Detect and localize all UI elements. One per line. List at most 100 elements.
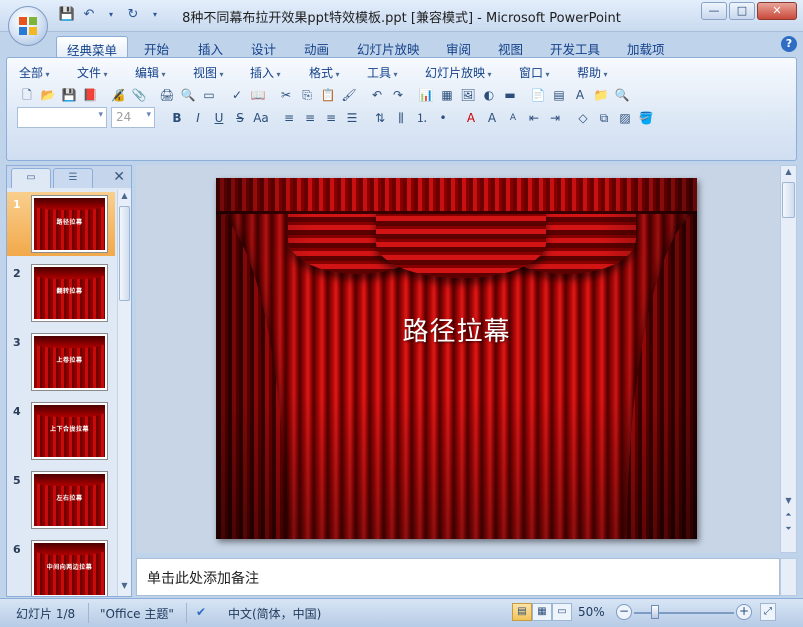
shapes-icon[interactable]: ◇ (573, 108, 593, 128)
columns-icon[interactable]: ⫼ (391, 108, 411, 128)
font-name-box[interactable] (17, 107, 107, 128)
strikethrough-icon[interactable]: S (230, 108, 250, 128)
scroll-down-icon[interactable]: ▼ (118, 581, 131, 595)
menu-help[interactable]: 帮助 (577, 64, 608, 81)
open-icon[interactable]: 📂 (38, 85, 58, 105)
slide-thumbnail-3[interactable]: 3 上卷拉幕 (7, 330, 115, 394)
change-case-icon[interactable]: Aa (251, 108, 271, 128)
textbox-icon[interactable]: A (570, 85, 590, 105)
shape-fill-icon[interactable]: 🪣 (636, 108, 656, 128)
menu-format[interactable]: 格式 (309, 64, 340, 81)
slide-thumbnail-2[interactable]: 2 翻转拉幕 (7, 261, 115, 325)
tab-developer[interactable]: 开发工具 (540, 36, 610, 58)
table-icon[interactable]: ▦ (437, 85, 457, 105)
quick-styles-icon[interactable]: ▨ (615, 108, 635, 128)
close-button[interactable]: ✕ (757, 2, 797, 20)
tab-review[interactable]: 审阅 (436, 36, 481, 58)
slide-thumbnail-5[interactable]: 5 左右拉幕 (7, 468, 115, 532)
fit-to-window-button[interactable]: ⤢ (760, 603, 776, 621)
folder-icon[interactable]: 📁 (591, 85, 611, 105)
next-slide-icon[interactable]: ⏷ (781, 524, 796, 538)
copy-icon[interactable]: ⎘ (297, 85, 317, 105)
menu-insert[interactable]: 插入 (250, 64, 281, 81)
zoom-slider-handle[interactable] (651, 605, 659, 619)
slides-scrollbar[interactable]: ▲ ▼ (117, 190, 131, 596)
decrease-indent-icon[interactable]: ⇤ (524, 108, 544, 128)
notes-scrollbar[interactable] (780, 558, 797, 596)
align-right-icon[interactable]: ≡ (321, 108, 341, 128)
zoom-search-icon[interactable]: 🔍 (612, 85, 632, 105)
print-preview-icon[interactable]: 🔍 (178, 85, 198, 105)
tab-animation[interactable]: 动画 (294, 36, 339, 58)
print-icon[interactable]: 🖨 (157, 85, 177, 105)
format-painter-icon[interactable]: 🖌 (339, 85, 359, 105)
slide-thumbnail-6[interactable]: 6 中间向两边拉幕 (7, 537, 115, 596)
menu-tools[interactable]: 工具 (367, 64, 398, 81)
attach-icon[interactable]: 📎 (129, 85, 149, 105)
spelling-icon[interactable]: ✓ (227, 85, 247, 105)
undo-icon[interactable]: ↶ (367, 85, 387, 105)
paste-icon[interactable]: 📋 (318, 85, 338, 105)
cut-icon[interactable]: ✂ (276, 85, 296, 105)
slideshow-view-button[interactable]: ▭ (552, 603, 572, 621)
permission-icon[interactable]: 🔏 (108, 85, 128, 105)
tab-home[interactable]: 开始 (134, 36, 179, 58)
slide-thumbnail-1[interactable]: 1 路径拉幕 (7, 192, 115, 256)
save-icon[interactable]: 💾 (59, 85, 79, 105)
language[interactable]: 中文(简体，中国) (228, 605, 321, 622)
picture-icon[interactable]: 🖼 (458, 85, 478, 105)
menu-window[interactable]: 窗口 (519, 64, 550, 81)
grow-font-icon[interactable]: A (482, 108, 502, 128)
text-direction-icon[interactable]: ⇅ (370, 108, 390, 128)
menu-all[interactable]: 全部 (19, 64, 50, 81)
tab-classic-menu[interactable]: 经典菜单 (56, 36, 129, 58)
new-slide-icon[interactable]: 📄 (528, 85, 548, 105)
italic-icon[interactable]: I (188, 108, 208, 128)
slide-title[interactable]: 路径拉幕 (216, 311, 697, 348)
scroll-up-icon[interactable]: ▲ (118, 191, 131, 205)
tab-view[interactable]: 视图 (488, 36, 533, 58)
numbering-icon[interactable]: ⒈ (412, 108, 432, 128)
new-icon[interactable]: 🗋 (17, 85, 37, 105)
zoom-in-button[interactable]: + (736, 604, 752, 620)
zoom-out-button[interactable]: − (616, 604, 632, 620)
menu-slideshow[interactable]: 幻灯片放映 (425, 64, 492, 81)
close-pane-icon[interactable]: ✕ (113, 169, 125, 185)
menu-edit[interactable]: 编辑 (135, 64, 166, 81)
shrink-font-icon[interactable]: A (503, 108, 523, 128)
tab-design[interactable]: 设计 (241, 36, 286, 58)
align-left-icon[interactable]: ≡ (279, 108, 299, 128)
scroll-down-icon[interactable]: ▼ (781, 496, 796, 510)
slide-thumbnail-4[interactable]: 4 上下合拢拉幕 (7, 399, 115, 463)
underline-icon[interactable]: U (209, 108, 229, 128)
layout-icon[interactable]: ▭ (199, 85, 219, 105)
slide-sorter-button[interactable]: ▦ (532, 603, 552, 621)
research-icon[interactable]: 📖 (248, 85, 268, 105)
minimize-button[interactable]: — (701, 2, 727, 20)
slides-tab[interactable]: ▭ (11, 168, 51, 188)
font-size-box[interactable]: 24 (111, 107, 155, 128)
scroll-thumb[interactable] (119, 206, 130, 301)
slide-layout-icon[interactable]: ▤ (549, 85, 569, 105)
increase-indent-icon[interactable]: ⇥ (545, 108, 565, 128)
align-center-icon[interactable]: ≡ (300, 108, 320, 128)
outline-tab[interactable]: ☰ (53, 168, 93, 188)
color-grayscale-icon[interactable]: ◐ (479, 85, 499, 105)
slide-scrollbar[interactable]: ▲ ▼ ⏶ ⏷ (780, 165, 797, 553)
justify-icon[interactable]: ☰ (342, 108, 362, 128)
pdf-icon[interactable]: 📕 (80, 85, 100, 105)
maximize-button[interactable]: □ (729, 2, 755, 20)
scroll-up-icon[interactable]: ▲ (781, 167, 796, 181)
bold-icon[interactable]: B (167, 108, 187, 128)
normal-view-button[interactable]: ▤ (512, 603, 532, 621)
office-button[interactable] (8, 6, 48, 46)
scroll-thumb[interactable] (782, 182, 795, 218)
notes-pane[interactable]: 单击此处添加备注 (136, 558, 780, 596)
previous-slide-icon[interactable]: ⏶ (781, 510, 796, 524)
theme-name[interactable]: "Office 主题" (100, 605, 174, 622)
zoom-slider-track[interactable] (634, 612, 734, 614)
menu-file[interactable]: 文件 (77, 64, 108, 81)
slide-icon[interactable]: ▬ (500, 85, 520, 105)
tab-slideshow[interactable]: 幻灯片放映 (347, 36, 430, 58)
tab-addins[interactable]: 加载项 (617, 36, 675, 58)
